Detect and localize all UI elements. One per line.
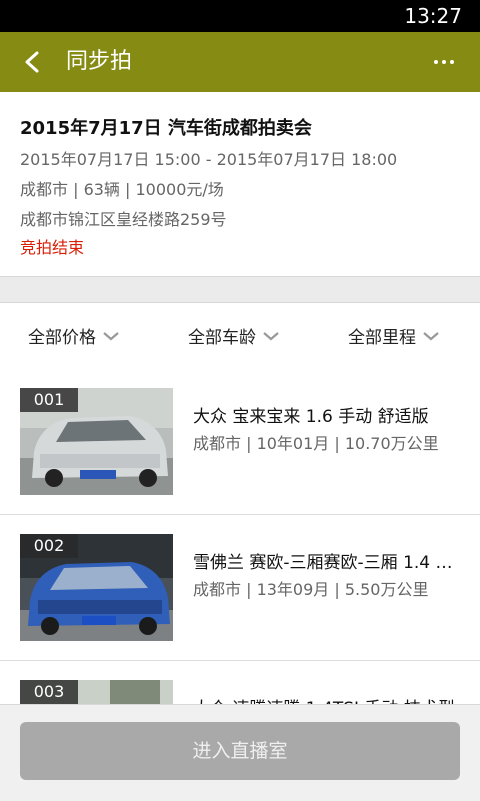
- back-button[interactable]: [14, 44, 50, 80]
- lot-number-badge: 003: [20, 680, 78, 704]
- auction-address: 成都市锦江区皇经楼路259号: [20, 210, 227, 229]
- status-time: 13:27: [404, 4, 462, 28]
- filter-price-label: 全部价格: [28, 328, 96, 348]
- car-list-item[interactable]: 003 大众 速腾速腾 1.4TSI 手动 技术型: [0, 660, 480, 704]
- enter-live-room-button[interactable]: 进入直播室: [20, 722, 460, 780]
- car-list-item[interactable]: 001 大众 宝来宝来 1.6 手动 舒适版 成都市 | 10年01月 | 10…: [0, 368, 480, 515]
- chevron-down-icon: [103, 331, 119, 340]
- more-dots-icon: [434, 60, 438, 64]
- status-bar: 13:27: [0, 0, 480, 32]
- auction-info-card: 2015年7月17日 汽车街成都拍卖会 2015年07月17日 15:00 - …: [0, 92, 480, 277]
- car-photo: 003: [20, 680, 173, 704]
- filter-bar: 全部价格 全部车龄 全部里程: [0, 302, 480, 370]
- app-title: 同步拍: [66, 49, 133, 74]
- car-photo: 001: [20, 388, 173, 495]
- back-arrow-icon: [25, 51, 39, 73]
- filter-age[interactable]: 全部车龄: [188, 323, 280, 348]
- car-meta: 成都市 | 13年09月 | 5.50万公里: [193, 580, 429, 599]
- car-list-item[interactable]: 002 雪佛兰 赛欧-三厢赛欧-三厢 1.4 手动 成都市 | 13年09月 |…: [0, 514, 480, 661]
- car-meta: 成都市 | 10年01月 | 10.70万公里: [193, 434, 439, 453]
- auction-status: 竞拍结束: [20, 238, 85, 257]
- filter-price[interactable]: 全部价格: [28, 323, 120, 348]
- chevron-down-icon: [423, 331, 439, 340]
- lot-number-badge: 002: [20, 534, 78, 558]
- auction-summary: 成都市 | 63辆 | 10000元/场: [20, 180, 224, 199]
- auction-title: 2015年7月17日 汽车街成都拍卖会: [20, 118, 312, 139]
- filter-age-label: 全部车龄: [188, 328, 256, 348]
- chevron-down-icon: [263, 331, 279, 340]
- filter-mileage-label: 全部里程: [348, 328, 416, 348]
- filter-mileage[interactable]: 全部里程: [348, 323, 440, 348]
- car-name: 大众 速腾速腾 1.4TSI 手动 技术型: [193, 694, 463, 704]
- bottom-bar: 进入直播室: [0, 704, 480, 801]
- app-bar: 同步拍: [0, 32, 480, 92]
- lot-number-badge: 001: [20, 388, 78, 412]
- more-button[interactable]: [426, 44, 462, 80]
- car-photo: 002: [20, 534, 173, 641]
- car-list: 001 大众 宝来宝来 1.6 手动 舒适版 成都市 | 10年01月 | 10…: [0, 368, 480, 704]
- car-name: 雪佛兰 赛欧-三厢赛欧-三厢 1.4 手动: [193, 553, 463, 573]
- car-name: 大众 宝来宝来 1.6 手动 舒适版: [193, 407, 429, 427]
- auction-time-range: 2015年07月17日 15:00 - 2015年07月17日 18:00: [20, 150, 398, 169]
